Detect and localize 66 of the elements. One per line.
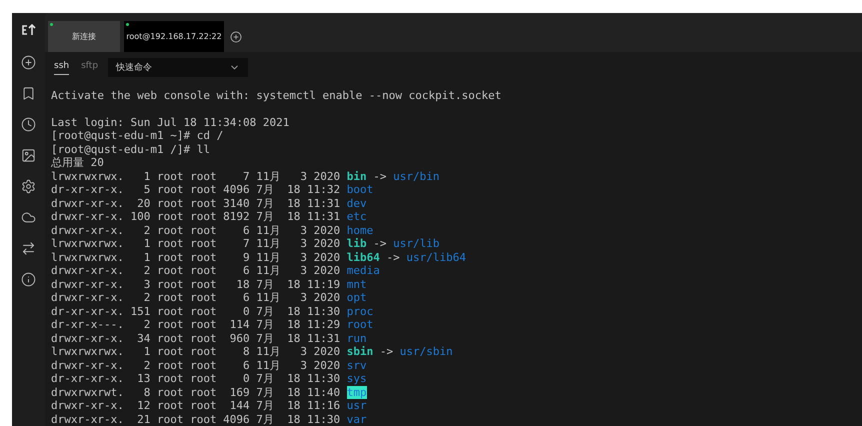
file-name: run (346, 332, 367, 344)
terminal-text: drwxr-xr-x. 21 root root 4096 7月 18 11:30 (51, 412, 342, 426)
file-name: lib64 (346, 250, 380, 264)
terminal-text: drwxr-xr-x. 2 root root 6 11月 3 2020 (51, 291, 342, 304)
file-name: sbin (346, 345, 374, 358)
terminal-text: dr-xr-x---. 2 root root 114 7月 18 11:29 (51, 318, 342, 331)
terminal-text: lrwxrwxrwx. 1 root root 7 11月 3 2020 (51, 237, 342, 250)
add-icon[interactable] (21, 55, 36, 70)
terminal-text: lrwxrwxrwx. 1 root root 9 11月 3 2020 (51, 250, 342, 264)
new-tab-icon[interactable] (230, 30, 242, 43)
file-name: tmp (346, 386, 367, 398)
file-name: root (346, 318, 374, 331)
terminal-text: [root@qust-edu-m1 ~]# cd / (51, 129, 224, 142)
bookmark-icon[interactable] (21, 86, 36, 101)
terminal-text: drwxr-xr-x. 2 root root 6 11月 3 2020 (51, 224, 342, 236)
terminal-text: -> (372, 170, 388, 182)
terminal-text: dr-xr-xr-x. 13 root root 0 7月 18 11:30 (51, 372, 342, 385)
file-name: var (346, 412, 367, 426)
file-name: usr/lib64 (406, 250, 466, 264)
image-icon[interactable] (21, 148, 36, 163)
terminal-text: [root@qust-edu-m1 /]# ll (51, 142, 210, 156)
terminal-text: drwxr-xr-x. 2 root root 6 11月 3 2020 (51, 264, 342, 277)
terminal-text: 总用量 20 (51, 156, 104, 169)
clock-icon[interactable] (21, 117, 36, 132)
session-tab[interactable]: ssh (54, 60, 70, 75)
connection-tab[interactable]: 新连接 (48, 21, 120, 52)
session-tab[interactable]: sftp (81, 60, 98, 75)
file-name: dev (346, 196, 367, 210)
terminal-text: drwxr-xr-x. 100 root root 8192 7月 18 11:31 (51, 210, 342, 223)
terminal-text: -> (386, 250, 401, 264)
file-name: proc (346, 304, 374, 318)
info-icon[interactable] (21, 272, 36, 287)
terminal-text: drwxr-xr-x. 3 root root 18 7月 18 11:19 (51, 278, 342, 290)
terminal-text: drwxr-xr-x. 20 root root 3140 7月 18 11:31 (51, 196, 342, 210)
file-name: etc (346, 210, 367, 223)
terminal-text: drwxr-xr-x. 12 root root 144 7月 18 11:16 (51, 399, 342, 412)
file-name: usr/sbin (400, 345, 453, 358)
file-name: srv (346, 358, 367, 372)
terminal-text: drwxr-xr-x. 2 root root 6 11月 3 2020 (51, 358, 342, 372)
terminal-text: Activate the web console with: systemctl enable --now cockpit.socket (51, 88, 502, 102)
cloud-icon[interactable] (21, 210, 36, 225)
terminal-text: drwxr-xr-x. 34 root root 960 7月 18 11:31 (51, 332, 342, 344)
file-name: mnt (346, 278, 367, 290)
file-name: usr (346, 399, 367, 412)
terminal-text: -> (378, 345, 394, 358)
terminal-text: lrwxrwxrwx. 1 root root 8 11月 3 2020 (51, 345, 342, 358)
file-name: usr/lib (393, 237, 440, 250)
file-name: home (346, 224, 374, 236)
quick-command-select[interactable]: 快速命令 (108, 58, 248, 78)
terminal-text: lrwxrwxrwx. 1 root root 7 11月 3 2020 (51, 170, 342, 182)
file-name: media (346, 264, 380, 277)
terminal-text: dr-xr-xr-x. 5 root root 4096 7月 18 11:32 (51, 183, 342, 196)
connection-tab[interactable]: root@192.168.17.22:22 (124, 21, 224, 52)
file-name: usr/bin (393, 170, 440, 182)
file-name: lib (346, 237, 367, 250)
logo-icon (20, 23, 36, 37)
file-name: boot (346, 183, 374, 196)
file-name: sys (346, 372, 367, 385)
terminal-text: dr-xr-xr-x. 151 root root 0 7月 18 11:30 (51, 304, 342, 318)
transfer-icon[interactable] (21, 241, 36, 256)
settings-icon[interactable] (21, 179, 36, 194)
terminal-text: drwxrwxrwt. 8 root root 169 7月 18 11:40 (51, 386, 342, 398)
terminal-text: -> (372, 237, 388, 250)
file-name: opt (346, 291, 367, 304)
file-name: bin (346, 170, 367, 182)
terminal-text: Last login: Sun Jul 18 11:34:08 2021 (51, 116, 290, 128)
